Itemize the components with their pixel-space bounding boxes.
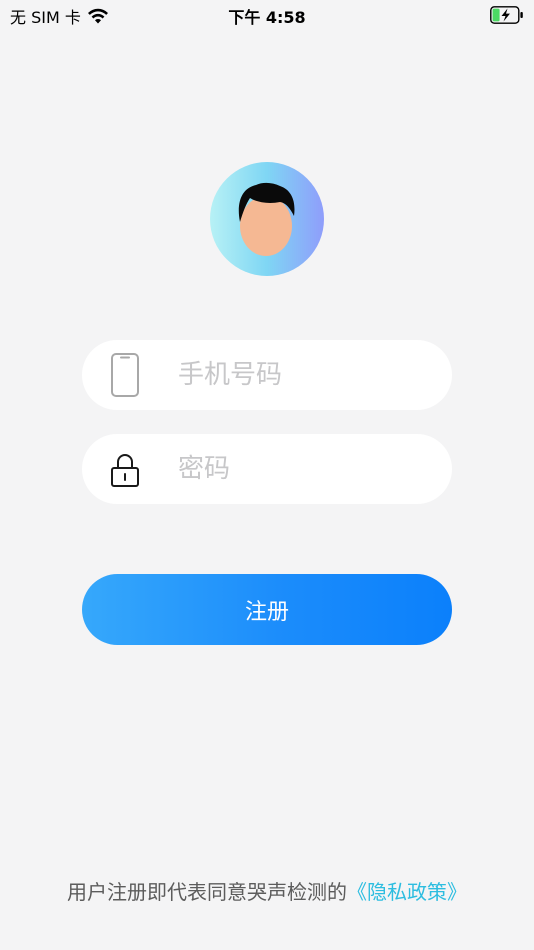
phone-field[interactable]	[82, 340, 452, 410]
avatar-icon	[238, 182, 295, 256]
status-time: 下午 4:58	[228, 8, 306, 27]
agreement-text: 用户注册即代表同意哭声检测的《隐私政策》	[0, 876, 534, 905]
battery-icon	[490, 6, 523, 24]
password-input[interactable]	[178, 434, 428, 504]
status-bar: 无 SIM 卡 下午 4:58	[0, 0, 534, 30]
phone-icon	[111, 353, 139, 397]
register-button[interactable]: 注册	[82, 574, 452, 645]
agreement-label: 用户注册即代表同意哭声检测的	[67, 880, 347, 904]
phone-input[interactable]	[178, 340, 428, 410]
privacy-policy-link[interactable]: 《隐私政策》	[347, 880, 467, 904]
lock-icon	[111, 454, 139, 487]
avatar[interactable]	[210, 162, 324, 276]
password-field[interactable]	[82, 434, 452, 504]
